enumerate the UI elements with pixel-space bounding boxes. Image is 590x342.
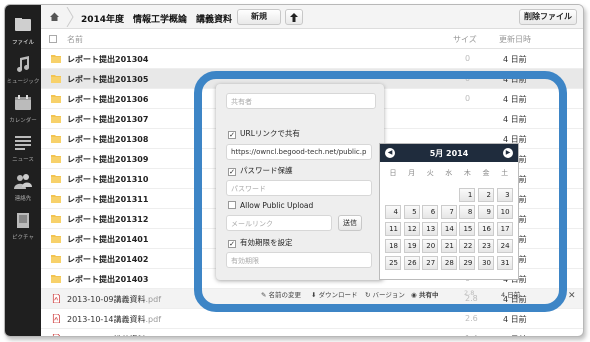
file-modified: 4 日前 bbox=[503, 55, 527, 64]
file-name-text: レポート提出201401 bbox=[67, 235, 149, 244]
file-name[interactable]: 2013-10-25講義資料-01.pdf bbox=[67, 334, 175, 336]
calendar-icon bbox=[15, 95, 31, 110]
file-name-text: 2013-10-14講義資料 bbox=[67, 315, 146, 324]
file-size: 0 bbox=[465, 54, 471, 63]
nav-label: ファイル bbox=[11, 40, 34, 46]
file-name[interactable]: レポート提出201306 bbox=[67, 94, 148, 105]
folder-icon bbox=[51, 195, 61, 203]
nav-label: カレンダー bbox=[9, 118, 37, 124]
file-name[interactable]: レポート提出201402 bbox=[67, 254, 148, 265]
folder-icon bbox=[51, 275, 61, 283]
folder-icon bbox=[51, 115, 61, 123]
file-name[interactable]: レポート提出201403 bbox=[67, 274, 148, 285]
file-name[interactable]: レポート提出201310 bbox=[67, 174, 148, 185]
folder-icon bbox=[51, 55, 61, 63]
select-all-checkbox[interactable] bbox=[49, 35, 57, 43]
folder-row[interactable]: レポート提出201304 0 4 日前 bbox=[41, 49, 583, 69]
highlight-frame bbox=[194, 71, 567, 312]
file-extension: .pdf bbox=[159, 335, 175, 336]
file-size: 2.6 bbox=[465, 314, 478, 323]
nav-item-music[interactable]: ミュージック bbox=[5, 52, 41, 92]
contacts-icon bbox=[14, 174, 32, 189]
folder-icon bbox=[51, 155, 61, 163]
folder-icon bbox=[51, 235, 61, 243]
file-extension: .pdf bbox=[145, 315, 162, 324]
file-name-text: レポート提出201312 bbox=[67, 215, 149, 224]
file-size: 1.4 bbox=[465, 334, 478, 336]
file-name-text: レポート提出201305 bbox=[67, 75, 149, 84]
folder-icon bbox=[51, 215, 61, 223]
folder-icon bbox=[51, 135, 61, 143]
file-name[interactable]: レポート提出201308 bbox=[67, 134, 148, 145]
file-name-text: レポート提出201310 bbox=[67, 175, 149, 184]
new-button[interactable]: 新規 bbox=[237, 9, 281, 25]
file-name[interactable]: レポート提出201309 bbox=[67, 154, 148, 165]
folder-icon bbox=[51, 255, 61, 263]
nav-label: ピクチャ bbox=[12, 235, 34, 241]
file-extension: .pdf bbox=[145, 295, 162, 304]
folder-icon bbox=[51, 95, 61, 103]
file-name-text: レポート提出201308 bbox=[67, 135, 149, 144]
file-modified: 4 日前 bbox=[503, 315, 527, 324]
file-name-text: 2013-10-25講義資料-01 bbox=[67, 335, 159, 336]
file-name[interactable]: レポート提出201307 bbox=[67, 114, 148, 125]
file-name[interactable]: レポート提出201304 bbox=[67, 54, 148, 65]
file-name[interactable]: 2013-10-14講義資料.pdf bbox=[67, 314, 161, 325]
nav-label: ニュース bbox=[12, 157, 34, 163]
file-name-text: レポート提出201311 bbox=[67, 195, 149, 204]
file-name-text: レポート提出201307 bbox=[67, 115, 149, 124]
column-modified[interactable]: 更新日時 bbox=[499, 34, 531, 45]
toolbar: 2014年度 情報工学概論 講義資料 新規 削除ファイル bbox=[41, 5, 583, 29]
delete-icon[interactable]: ✕ bbox=[568, 291, 576, 301]
nav-item-folder[interactable]: ファイル bbox=[5, 13, 41, 53]
upload-icon bbox=[290, 13, 298, 22]
column-size[interactable]: サイズ bbox=[453, 34, 477, 45]
file-name[interactable]: レポート提出201312 bbox=[67, 214, 148, 225]
deleted-files-button[interactable]: 削除ファイル bbox=[519, 9, 577, 25]
news-icon bbox=[15, 136, 31, 150]
breadcrumb-separator bbox=[66, 7, 74, 27]
folder-icon bbox=[15, 18, 31, 31]
nav-label: ミュージック bbox=[6, 79, 40, 85]
file-name[interactable]: レポート提出201401 bbox=[67, 234, 148, 245]
nav-item-calendar[interactable]: カレンダー bbox=[5, 91, 41, 131]
pdf-icon bbox=[52, 334, 60, 336]
nav-item-news[interactable]: ニュース bbox=[5, 130, 41, 170]
file-name-text: レポート提出201402 bbox=[67, 255, 149, 264]
file-name-text: レポート提出201304 bbox=[67, 55, 149, 64]
music-icon bbox=[17, 56, 30, 72]
nav-item-pictures[interactable]: ピクチャ bbox=[5, 208, 41, 248]
file-name[interactable]: レポート提出201305 bbox=[67, 74, 148, 85]
breadcrumb-current-folder[interactable]: 2014年度 情報工学概論 講義資料 bbox=[81, 12, 232, 25]
nav-label: 連絡先 bbox=[14, 196, 32, 202]
pictures-icon bbox=[17, 213, 29, 228]
home-icon[interactable] bbox=[49, 11, 60, 22]
file-name[interactable]: 2013-10-09講義資料.pdf bbox=[67, 294, 161, 305]
file-list-header: 名前 サイズ 更新日時 bbox=[41, 29, 583, 49]
file-row[interactable]: 2013-10-14講義資料.pdf 2.6 4 日前 bbox=[41, 309, 583, 329]
pdf-icon bbox=[52, 314, 60, 323]
file-name-text: レポート提出201309 bbox=[67, 155, 149, 164]
folder-icon bbox=[51, 175, 61, 183]
file-name-text: 2013-10-09講義資料 bbox=[67, 295, 146, 304]
app-nav: ファイルミュージック カレンダーニュース連絡先ピクチャ bbox=[5, 5, 41, 336]
file-row[interactable]: 2013-10-25講義資料-01.pdf 1.4 4 日前 bbox=[41, 329, 583, 336]
pdf-icon bbox=[52, 294, 60, 303]
upload-button[interactable] bbox=[285, 9, 303, 25]
folder-icon bbox=[51, 75, 61, 83]
file-modified: 4 日前 bbox=[503, 334, 527, 336]
file-name-text: レポート提出201306 bbox=[67, 95, 149, 104]
column-name[interactable]: 名前 bbox=[67, 34, 83, 45]
nav-item-contacts[interactable]: 連絡先 bbox=[5, 169, 41, 209]
file-name-text: レポート提出201403 bbox=[67, 275, 149, 284]
file-name[interactable]: レポート提出201311 bbox=[67, 194, 148, 205]
